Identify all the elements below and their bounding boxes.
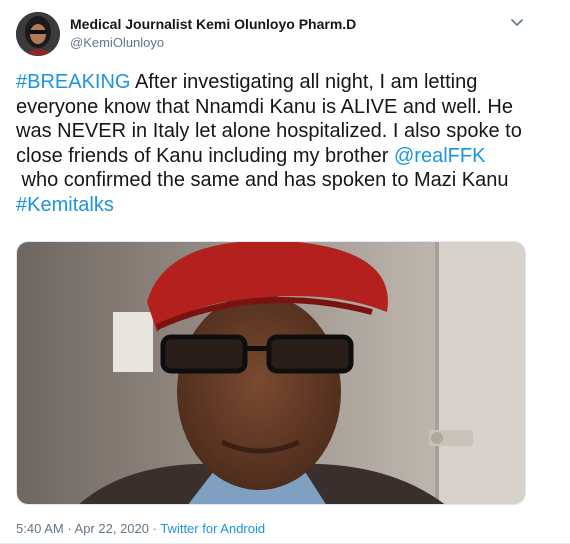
meta-separator: · xyxy=(149,521,161,536)
chevron-down-icon xyxy=(511,19,523,26)
tweet-line-2: everyone know that Nnamdi Kanu is ALIVE … xyxy=(16,95,513,118)
photo-man-red-beret-icon xyxy=(17,242,525,504)
author-avatar[interactable] xyxy=(16,12,60,56)
tweet-card: Medical Journalist Kemi Olunloyo Pharm.D… xyxy=(0,0,570,544)
tweet-date[interactable]: Apr 22, 2020 xyxy=(75,521,149,536)
avatar-photo-icon xyxy=(16,12,60,56)
tweet-line-3: was NEVER in Italy let alone hospitalize… xyxy=(16,120,522,142)
author-display-name[interactable]: Medical Journalist Kemi Olunloyo Pharm.D xyxy=(70,16,356,32)
tweet-photo[interactable] xyxy=(16,241,526,505)
tweet-line-1: #BREAKING After investigating all night,… xyxy=(16,70,546,95)
tweet-line-1-text: After investigating all night, I am lett… xyxy=(130,71,478,93)
tweet-line-4-text: close friends of Kanu including my broth… xyxy=(16,144,394,167)
tweet-menu-button[interactable] xyxy=(508,14,526,32)
tweet-time[interactable]: 5:40 AM xyxy=(16,521,64,536)
meta-separator: · xyxy=(63,521,75,536)
author-handle[interactable]: @KemiOlunloyo xyxy=(70,35,164,50)
tweet-line-4: close friends of Kanu including my broth… xyxy=(16,144,546,169)
hashtag-kemitalks[interactable]: #Kemitalks xyxy=(16,193,546,218)
mention-realffk[interactable]: @realFFK xyxy=(394,145,485,167)
tweet-line-5: who confirmed the same and has spoken to… xyxy=(16,169,509,191)
hashtag-breaking[interactable]: #BREAKING xyxy=(16,71,130,93)
tweet-text: #BREAKING After investigating all night,… xyxy=(16,70,546,217)
tweet-source-link[interactable]: Twitter for Android xyxy=(160,521,265,536)
tweet-metadata: 5:40 AM · Apr 22, 2020 · Twitter for And… xyxy=(16,521,265,536)
